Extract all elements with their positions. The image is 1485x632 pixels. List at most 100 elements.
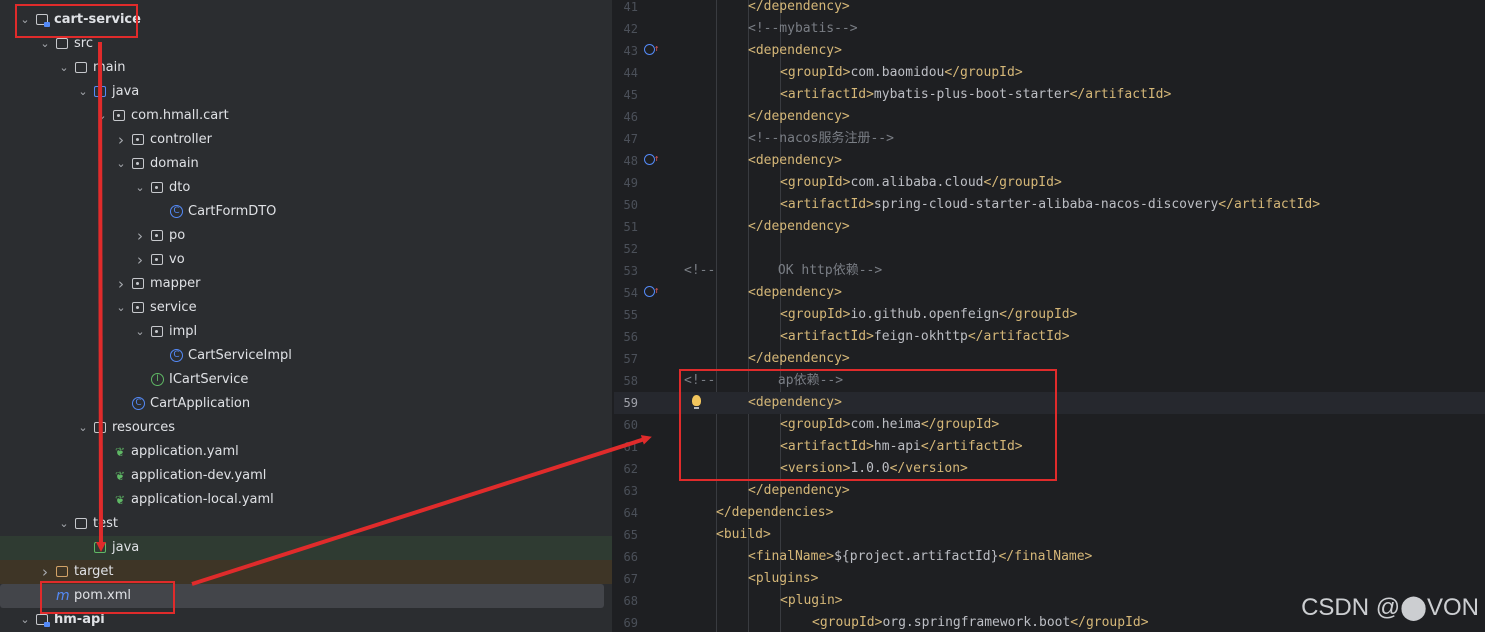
tree-item-icartservice[interactable]: I ICartService	[0, 368, 612, 392]
line-number: 55	[623, 308, 638, 322]
code-line[interactable]: 63 </dependency>	[614, 480, 1485, 502]
folder-icon	[75, 62, 87, 73]
chevron-down-icon[interactable]: ⌄	[76, 416, 90, 440]
code-line[interactable]: 65 <build>	[614, 524, 1485, 546]
line-number: 56	[623, 330, 638, 344]
code-line[interactable]: 42 <!--mybatis-->	[614, 18, 1485, 40]
tree-item-com-hmall-cart[interactable]: ⌄ com.hmall.cart	[0, 104, 612, 128]
code-text: <artifactId>mybatis-plus-boot-starter</a…	[780, 87, 1172, 102]
package-icon	[132, 278, 144, 289]
folder-icon	[94, 422, 106, 433]
code-line[interactable]: 64 </dependencies>	[614, 502, 1485, 524]
tree-item-label: CartApplication	[150, 396, 251, 411]
tree-item-resources[interactable]: ⌄ resources	[0, 416, 612, 440]
code-line[interactable]: 44 <groupId>com.baomidou</groupId>	[614, 62, 1485, 84]
chevron-right-icon[interactable]: ›	[114, 128, 128, 152]
code-text: </dependency>	[748, 0, 850, 14]
code-text: <groupId>io.github.openfeign</groupId>	[780, 307, 1078, 322]
interface-icon: I	[151, 373, 164, 386]
chevron-down-icon[interactable]: ⌄	[133, 320, 147, 344]
line-number: 57	[623, 352, 638, 366]
line-number: 67	[623, 572, 638, 586]
chevron-down-icon[interactable]: ⌄	[57, 56, 71, 80]
line-number: 47	[623, 132, 638, 146]
chevron-down-icon[interactable]: ⌄	[57, 512, 71, 536]
chevron-down-icon[interactable]: ⌄	[18, 608, 32, 632]
chevron-down-icon[interactable]: ⌄	[114, 152, 128, 176]
tree-item-label: impl	[169, 324, 198, 339]
chevron-down-icon[interactable]: ⌄	[76, 80, 90, 104]
tree-item-mapper[interactable]: › mapper	[0, 272, 612, 296]
dependency-gutter-icon[interactable]	[644, 148, 659, 170]
tree-item-java[interactable]: ⌄ java	[0, 80, 612, 104]
tree-item-label: main	[93, 60, 126, 75]
code-line[interactable]: 49 <groupId>com.alibaba.cloud</groupId>	[614, 172, 1485, 194]
line-number: 52	[623, 242, 638, 256]
chevron-right-icon[interactable]: ›	[114, 272, 128, 296]
code-line[interactable]: 47 <!--nacos服务注册-->	[614, 128, 1485, 150]
yaml-file-icon: ❦	[114, 469, 126, 483]
spring-class-icon: C	[132, 397, 145, 410]
tree-item-vo[interactable]: › vo	[0, 248, 612, 272]
code-line[interactable]: 67 <plugins>	[614, 568, 1485, 590]
tree-item-java[interactable]: java	[0, 536, 612, 560]
line-number: 49	[623, 176, 638, 190]
tree-item-label: controller	[150, 132, 213, 147]
tree-item-impl[interactable]: ⌄ impl	[0, 320, 612, 344]
tree-item-label: java	[112, 84, 140, 99]
code-text: </dependency>	[748, 483, 850, 498]
tree-item-application-local-yaml[interactable]: ❦ application-local.yaml	[0, 488, 612, 512]
code-line[interactable]: 52	[614, 238, 1485, 260]
line-number: 42	[623, 22, 638, 36]
tree-item-test[interactable]: ⌄ test	[0, 512, 612, 536]
tree-item-cartserviceimpl[interactable]: C CartServiceImpl	[0, 344, 612, 368]
line-number: 59	[623, 396, 638, 410]
code-line[interactable]: 57 </dependency>	[614, 348, 1485, 370]
chevron-right-icon[interactable]: ›	[133, 224, 147, 248]
code-line[interactable]: 43 <dependency>	[614, 38, 1485, 62]
dependency-gutter-icon[interactable]	[644, 280, 659, 302]
code-line[interactable]: 54 <dependency>	[614, 280, 1485, 304]
code-line[interactable]: 46 </dependency>	[614, 106, 1485, 128]
chevron-down-icon[interactable]: ⌄	[95, 104, 109, 128]
tree-item-label: java	[112, 540, 140, 555]
tree-item-domain[interactable]: ⌄ domain	[0, 152, 612, 176]
code-line[interactable]: 50 <artifactId>spring-cloud-starter-aliba…	[614, 194, 1485, 216]
tree-item-controller[interactable]: › controller	[0, 128, 612, 152]
tree-item-cartapplication[interactable]: C CartApplication	[0, 392, 612, 416]
code-line[interactable]: 48 <dependency>	[614, 148, 1485, 172]
line-number: 46	[623, 110, 638, 124]
code-text: </dependencies>	[716, 505, 834, 520]
line-number: 43	[623, 44, 638, 58]
tree-item-main[interactable]: ⌄ main	[0, 56, 612, 80]
code-line[interactable]: 45 <artifactId>mybatis-plus-boot-starter<…	[614, 84, 1485, 106]
line-number: 60	[623, 418, 638, 432]
package-icon	[132, 158, 144, 169]
tree-item-application-dev-yaml[interactable]: ❦ application-dev.yaml	[0, 464, 612, 488]
chevron-down-icon[interactable]: ⌄	[133, 176, 147, 200]
package-icon	[151, 254, 163, 265]
code-line[interactable]: 53 <!-- OK http依赖-->	[614, 260, 1485, 282]
highlight-box-module	[15, 4, 138, 38]
dependency-gutter-icon[interactable]	[644, 38, 659, 60]
tree-item-po[interactable]: › po	[0, 224, 612, 248]
line-number: 48	[623, 154, 638, 168]
code-editor[interactable]: 41 </dependency> 42 <!--mybatis--> 43 <depend…	[614, 0, 1485, 632]
tree-item-application-yaml[interactable]: ❦ application.yaml	[0, 440, 612, 464]
tree-item-service[interactable]: ⌄ service	[0, 296, 612, 320]
code-line[interactable]: 66 <finalName>${project.artifactId}</fina…	[614, 546, 1485, 568]
code-text: <!--nacos服务注册-->	[748, 131, 894, 146]
class-icon: C	[170, 349, 183, 362]
code-line[interactable]: 56 <artifactId>feign-okhttp</artifactId>	[614, 326, 1485, 348]
code-line[interactable]: 41 </dependency>	[614, 0, 1485, 18]
code-text: <finalName>${project.artifactId}</finalN…	[748, 549, 1093, 564]
project-tree: ⌄ cart-service ⌄ src ⌄ main ⌄ java ⌄ com.hmall.ca…	[0, 0, 612, 632]
chevron-right-icon[interactable]: ›	[133, 248, 147, 272]
tree-item-dto[interactable]: ⌄ dto	[0, 176, 612, 200]
code-text: <groupId>org.springframework.boot</group…	[812, 615, 1149, 630]
code-line[interactable]: 55 <groupId>io.github.openfeign</groupId>	[614, 304, 1485, 326]
code-line[interactable]: 51 </dependency>	[614, 216, 1485, 238]
tree-item-label: mapper	[150, 276, 201, 291]
chevron-down-icon[interactable]: ⌄	[114, 296, 128, 320]
tree-item-cartformdto[interactable]: C CartFormDTO	[0, 200, 612, 224]
